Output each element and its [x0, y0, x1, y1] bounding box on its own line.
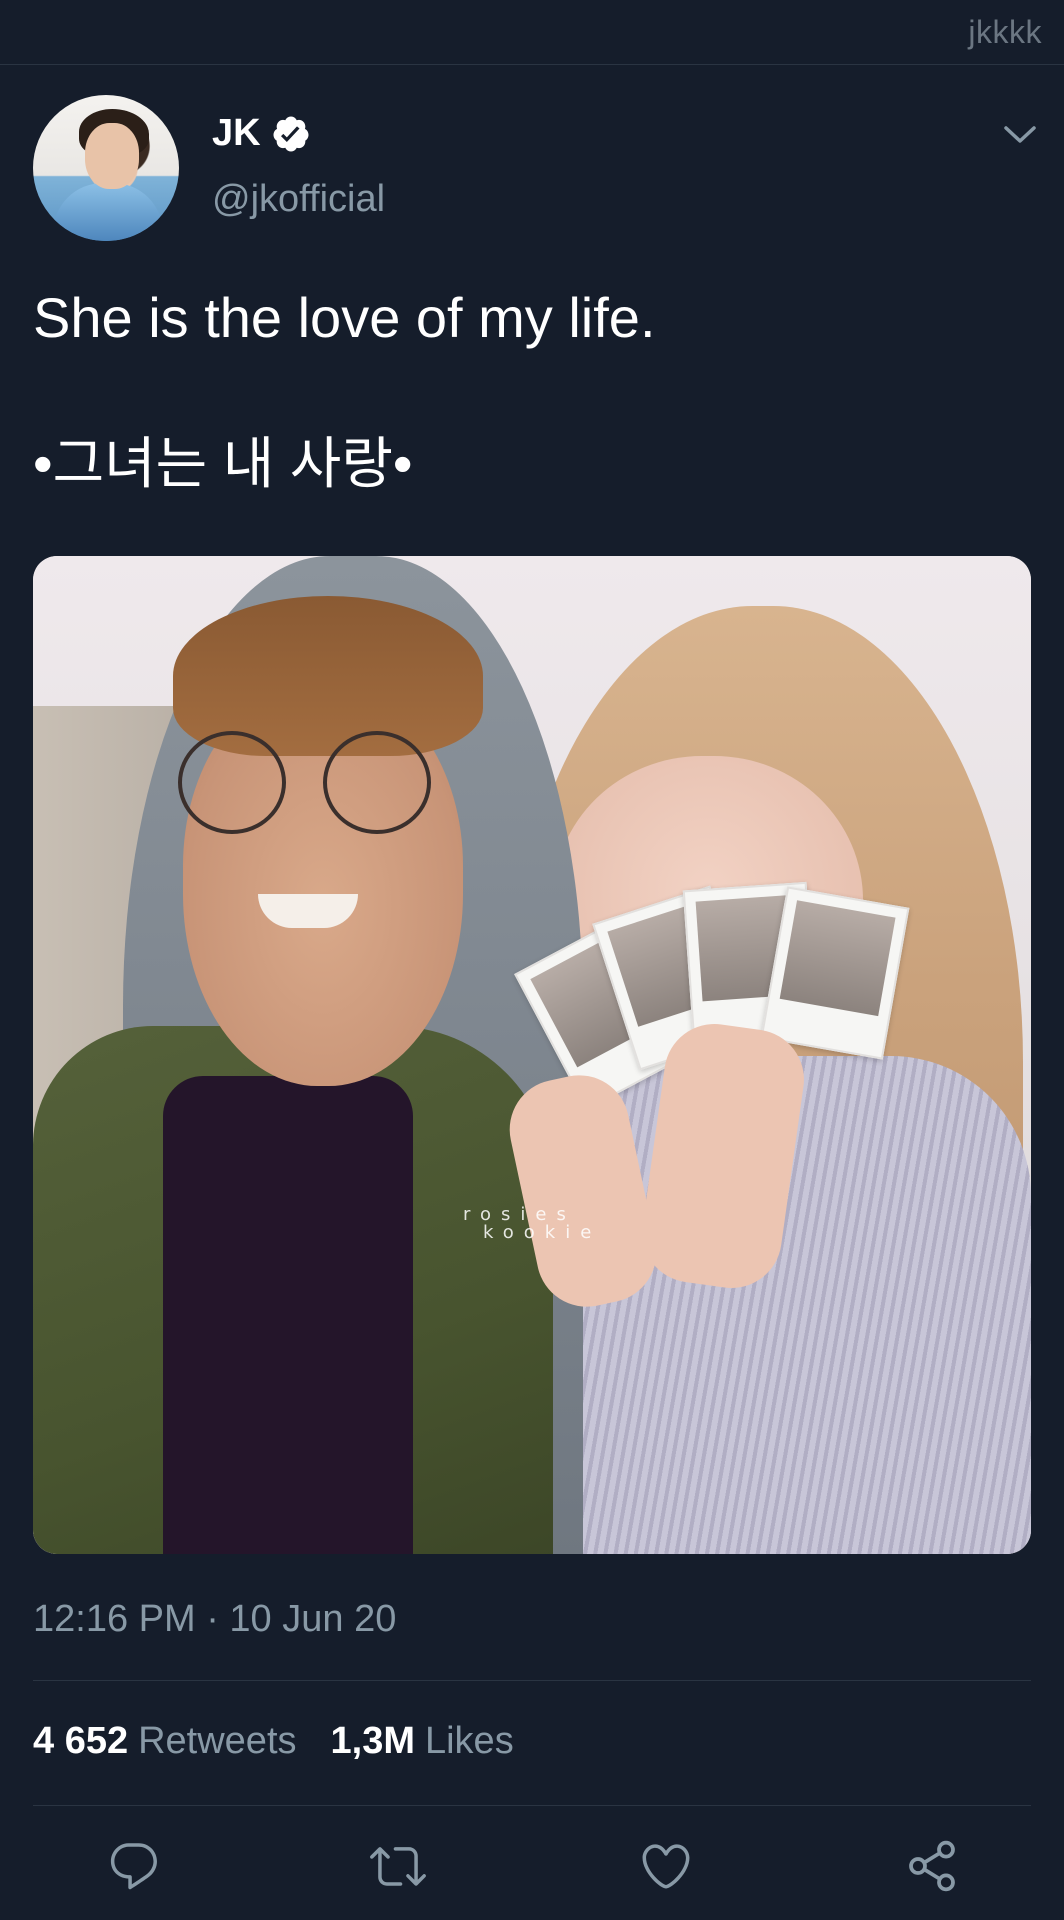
share-icon[interactable] — [904, 1838, 960, 1894]
chevron-down-icon[interactable] — [1002, 120, 1038, 148]
divider-top — [33, 1680, 1031, 1681]
likes-label: Likes — [424, 1720, 514, 1762]
tweet-text-line1: She is the love of my life. — [33, 286, 656, 349]
author-name[interactable]: JK — [212, 112, 261, 155]
tweet-detail-page: jkkkk JK @jkofficial She is the love of … — [0, 0, 1064, 1920]
photo-person1-shirt — [163, 1076, 413, 1554]
avatar-shirt — [53, 183, 163, 241]
engagement-stats: 4 652 Retweets 1,3M Likes — [33, 1720, 514, 1763]
tweet-text: She is the love of my life. •그녀는 내 사랑• — [33, 280, 1023, 502]
avatar-head — [85, 123, 139, 189]
author-handle[interactable]: @jkofficial — [212, 178, 385, 221]
avatar[interactable] — [33, 95, 179, 241]
verified-badge-icon — [271, 114, 311, 154]
author-name-row[interactable]: JK — [212, 112, 311, 155]
photo-polaroid — [760, 886, 910, 1060]
tweet-media-image[interactable]: rosies kookie — [33, 556, 1031, 1554]
retweets-stat[interactable]: 4 652 Retweets — [33, 1720, 297, 1763]
retweets-count: 4 652 — [33, 1720, 129, 1762]
media-watermark: rosies kookie — [463, 1206, 601, 1242]
likes-stat[interactable]: 1,3M Likes — [331, 1720, 514, 1763]
action-bar — [0, 1838, 1064, 1898]
divider-bottom — [33, 1805, 1031, 1806]
media-watermark-line2: kookie — [483, 1222, 602, 1243]
tweet-timestamp[interactable]: 12:16 PM · 10 Jun 20 — [33, 1598, 396, 1641]
retweet-icon[interactable] — [370, 1838, 426, 1894]
top-watermark-text: jkkkk — [968, 14, 1042, 50]
heart-icon[interactable] — [638, 1838, 694, 1894]
photo-glasses-left — [178, 731, 286, 834]
tweet-text-line2: •그녀는 내 사랑• — [33, 432, 413, 495]
reply-icon[interactable] — [106, 1838, 162, 1894]
likes-count: 1,3M — [330, 1720, 415, 1762]
top-bar: jkkkk — [0, 0, 1064, 65]
retweets-label: Retweets — [138, 1720, 297, 1762]
photo-glasses-right — [323, 731, 431, 834]
